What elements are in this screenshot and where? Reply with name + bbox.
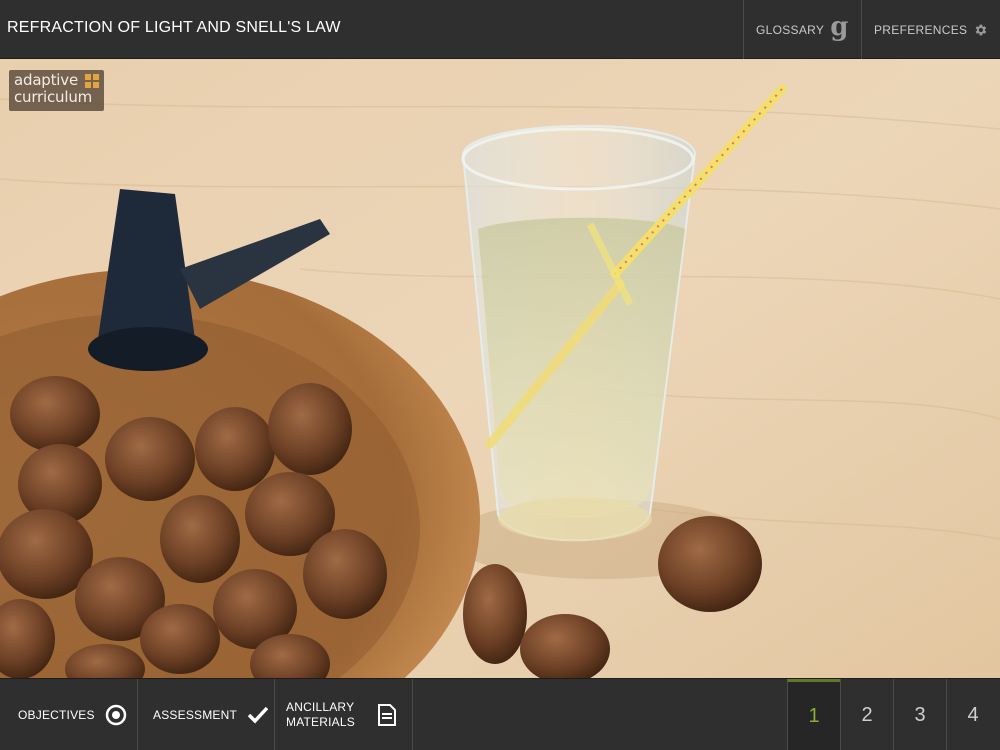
ancillary-label-line-2: MATERIALS xyxy=(286,715,355,729)
page-2-button[interactable]: 2 xyxy=(840,679,893,750)
page-navigation: 1 2 3 4 xyxy=(787,679,999,750)
objectives-label: OBJECTIVES xyxy=(18,708,95,722)
document-icon xyxy=(377,704,396,726)
page-title: REFRACTION OF LIGHT AND SNELL'S LAW xyxy=(7,19,341,36)
page-1-button[interactable]: 1 xyxy=(787,679,840,750)
preferences-button[interactable]: PREFERENCES xyxy=(861,0,1000,59)
ancillary-materials-button[interactable]: ANCILLARY MATERIALS xyxy=(275,679,413,750)
checkmark-icon xyxy=(247,706,269,724)
adaptive-curriculum-logo: adaptive curriculum xyxy=(9,70,104,111)
glossary-label: GLOSSARY xyxy=(756,22,825,37)
lesson-photo: adaptive curriculum xyxy=(0,59,1000,678)
glossary-g-icon: g xyxy=(830,11,849,42)
ancillary-label: ANCILLARY MATERIALS xyxy=(286,700,355,730)
top-bar: REFRACTION OF LIGHT AND SNELL'S LAW GLOS… xyxy=(0,0,1000,59)
bottom-bar: OBJECTIVES ASSESSMENT ANCILLARY MATERIAL… xyxy=(0,678,1000,750)
assessment-button[interactable]: ASSESSMENT xyxy=(138,679,275,750)
refraction-scene-image xyxy=(0,59,1000,678)
glossary-button[interactable]: GLOSSARY g xyxy=(743,0,861,59)
logo-line-2: curriculum xyxy=(14,88,93,106)
logo-puzzle-icon xyxy=(85,74,99,88)
page-3-button[interactable]: 3 xyxy=(893,679,946,750)
gear-icon xyxy=(976,24,987,35)
target-icon xyxy=(105,704,126,726)
ancillary-label-line-1: ANCILLARY xyxy=(286,700,355,714)
objectives-button[interactable]: OBJECTIVES xyxy=(0,679,138,750)
preferences-label: PREFERENCES xyxy=(874,22,968,37)
page-4-button[interactable]: 4 xyxy=(946,679,999,750)
assessment-label: ASSESSMENT xyxy=(153,708,238,722)
